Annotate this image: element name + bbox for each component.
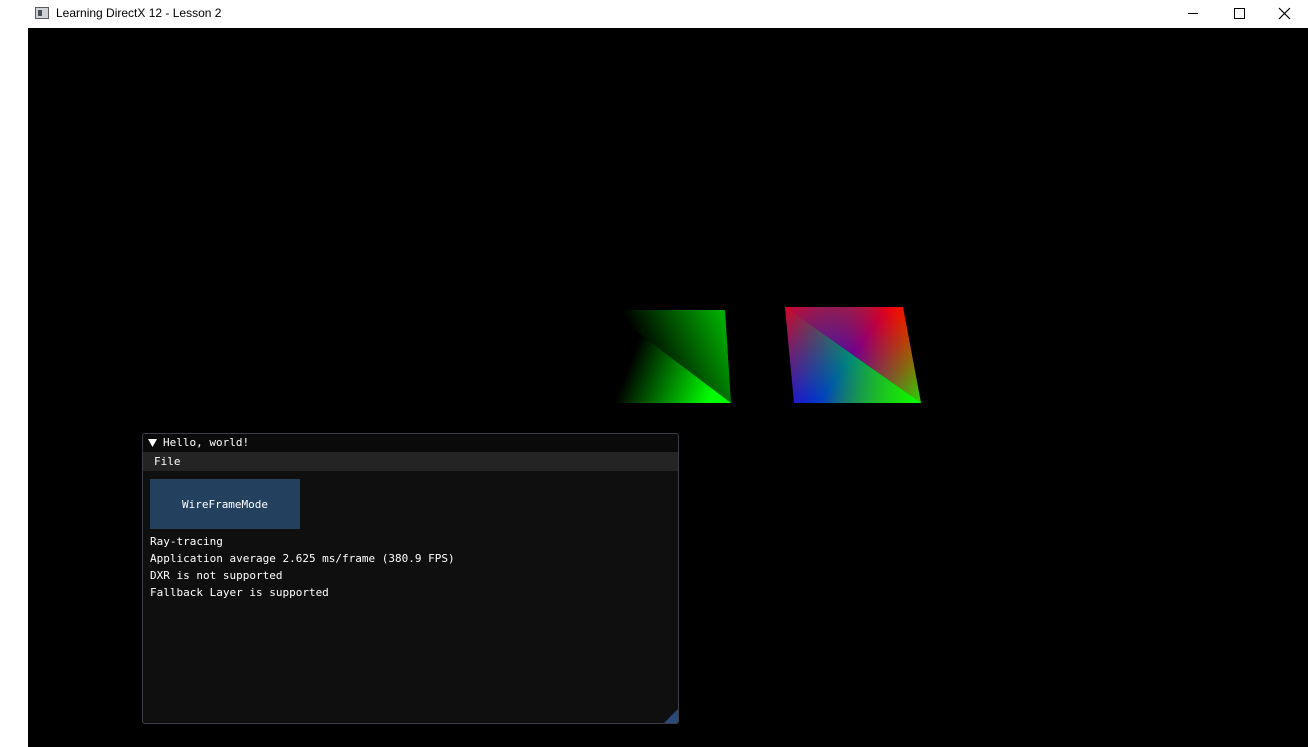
title-bar[interactable]: Learning DirectX 12 - Lesson 2 bbox=[28, 0, 1308, 28]
resize-grip-icon[interactable] bbox=[662, 707, 678, 723]
close-icon bbox=[1278, 7, 1291, 20]
maximize-button[interactable] bbox=[1216, 0, 1262, 28]
imgui-title: Hello, world! bbox=[163, 436, 250, 449]
fallback-status: Fallback Layer is supported bbox=[150, 586, 329, 599]
rgb-gradient-quad bbox=[785, 307, 921, 403]
minimize-button[interactable] bbox=[1170, 0, 1216, 28]
window-title: Learning DirectX 12 - Lesson 2 bbox=[56, 6, 222, 20]
minimize-icon bbox=[1188, 13, 1198, 14]
imgui-text-block: Ray-tracing Application average 2.625 ms/… bbox=[150, 533, 455, 601]
close-button[interactable] bbox=[1262, 0, 1308, 28]
maximize-icon bbox=[1234, 8, 1245, 19]
raytracing-label: Ray-tracing bbox=[150, 535, 223, 548]
menu-file[interactable]: File bbox=[154, 455, 181, 469]
imgui-menu-bar: File bbox=[143, 452, 678, 471]
collapse-triangle-icon[interactable] bbox=[148, 438, 158, 448]
green-gradient-quad bbox=[603, 310, 731, 403]
fps-readout: Application average 2.625 ms/frame (380.… bbox=[150, 552, 455, 565]
imgui-window[interactable]: Hello, world! File WireFrameMode Ray-tra… bbox=[142, 433, 679, 724]
dxr-status: DXR is not supported bbox=[150, 569, 283, 582]
imgui-title-bar[interactable]: Hello, world! bbox=[143, 434, 678, 452]
wireframe-mode-button[interactable]: WireFrameMode bbox=[150, 479, 300, 529]
app-window-icon bbox=[35, 7, 49, 19]
